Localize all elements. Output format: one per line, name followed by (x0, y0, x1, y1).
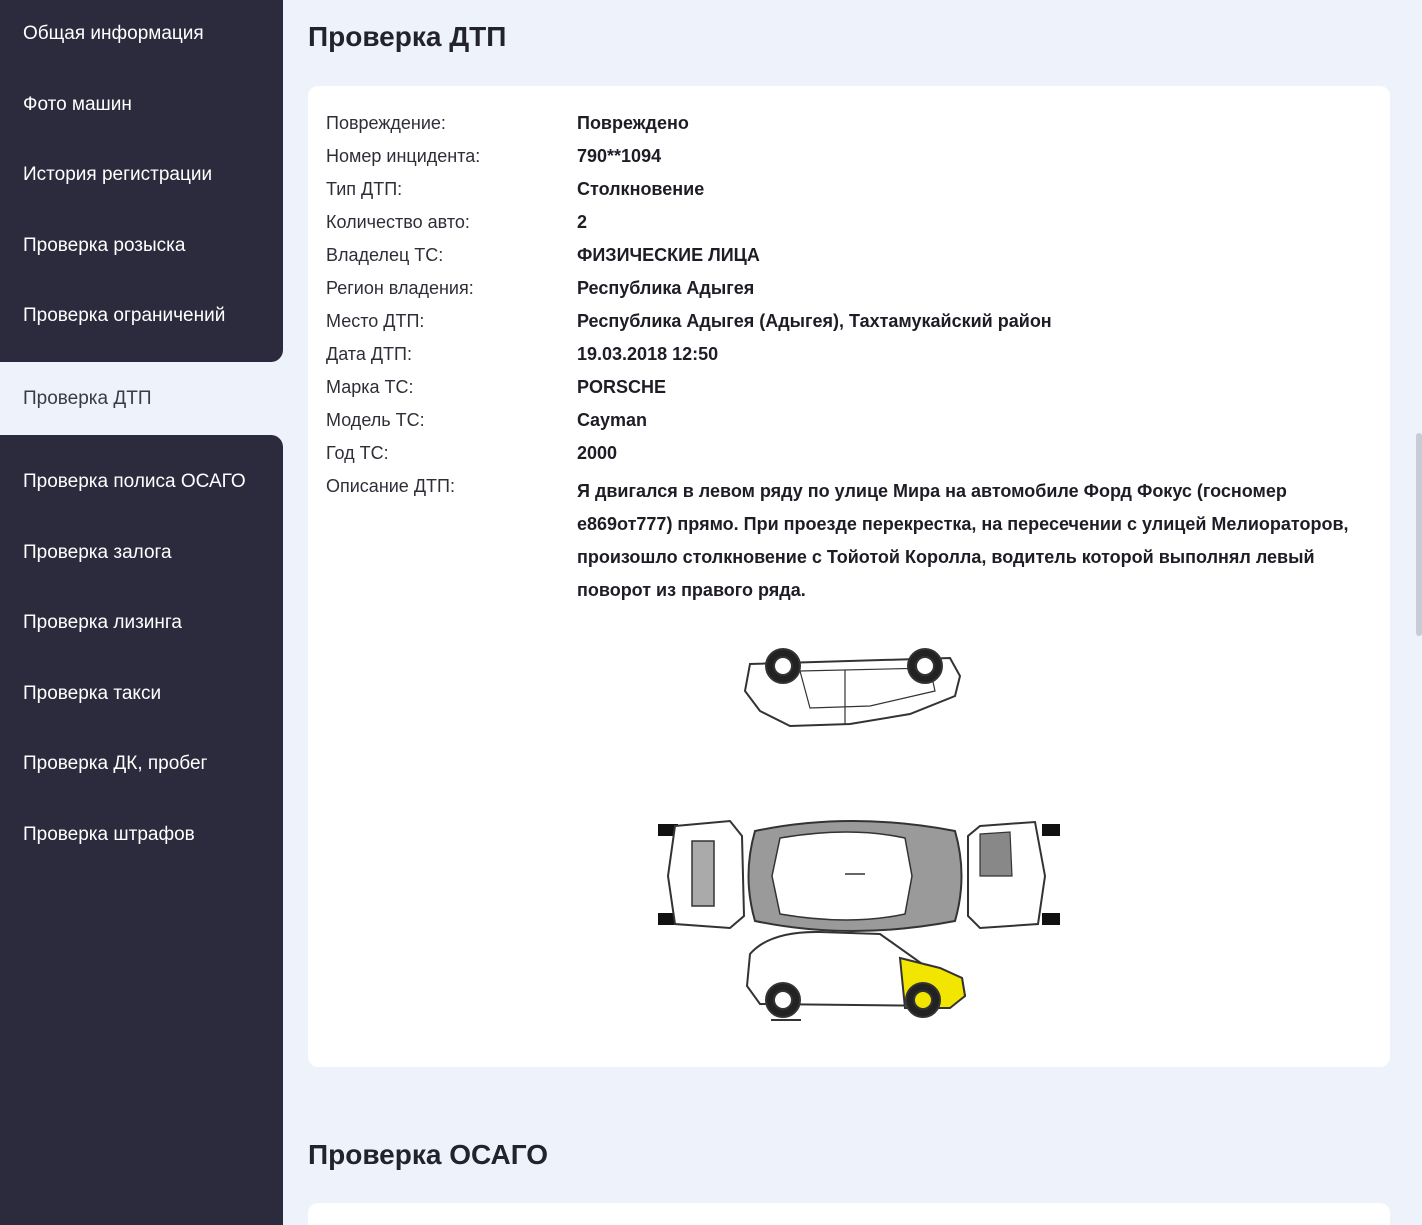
accident-card: Повреждение: Повреждено Номер инцидента: 79… (308, 86, 1390, 1067)
car-rear-view (658, 819, 746, 930)
field-label: Владелец ТС: (326, 245, 444, 265)
car-damage-diagram-icon (658, 648, 1060, 1021)
field-value: 2000 (577, 443, 618, 463)
description-line: произошло столкновение с Тойотой Королла… (577, 547, 1315, 567)
field-value: Столкновение (577, 179, 705, 199)
field-value: 19.03.2018 12:50 (577, 344, 719, 364)
sidebar-item-accident-check[interactable]: Проверка ДТП (23, 389, 152, 408)
sidebar-item-registration-history[interactable]: История регистрации (23, 165, 212, 184)
field-value: Республика Адыгея (Адыгея), Тахтамукайск… (577, 311, 1052, 331)
osago-card (308, 1203, 1390, 1225)
sidebar-item-dk-mileage-check[interactable]: Проверка ДК, пробег (23, 754, 207, 773)
description-line: поворот из правого ряда. (577, 580, 806, 600)
accident-section-title: Проверка ДТП (308, 21, 507, 52)
sidebar-item-restrictions-check[interactable]: Проверка ограничений (23, 306, 225, 325)
car-side-view-bottom (745, 930, 967, 1018)
field-label: Место ДТП: (326, 311, 425, 331)
car-side-view-top (743, 648, 962, 728)
car-front-view (967, 820, 1060, 930)
sidebar-item-pledge-check[interactable]: Проверка залога (23, 543, 172, 562)
field-value: 790**1094 (577, 146, 662, 166)
field-value: PORSCHE (577, 377, 667, 397)
field-value: 2 (577, 212, 588, 232)
car-underbody-view (771, 1019, 801, 1021)
description-value: Я двигался в левом ряду по улице Мира на… (577, 475, 1377, 607)
field-label: Год ТС: (326, 443, 389, 463)
description-label: Описание ДТП: (326, 476, 455, 496)
field-label: Дата ДТП: (326, 344, 412, 364)
sidebar-item-car-photos[interactable]: Фото машин (23, 95, 132, 114)
field-label: Номер инцидента: (326, 146, 481, 166)
sidebar-item-taxi-check[interactable]: Проверка такси (23, 684, 161, 703)
field-value: Республика Адыгея (577, 278, 755, 298)
sidebar-item-general-info[interactable]: Общая информация (23, 24, 204, 43)
sidebar-item-leasing-check[interactable]: Проверка лизинга (23, 613, 182, 632)
description-line: е869от777) прямо. При проезде перекрестк… (577, 514, 1349, 534)
field-label: Количество авто: (326, 212, 470, 232)
field-value: Повреждено (577, 113, 689, 133)
field-label: Регион владения: (326, 278, 474, 298)
field-label: Тип ДТП: (326, 179, 403, 199)
osago-section-title: Проверка ОСАГО (308, 1139, 549, 1170)
car-top-view (747, 820, 963, 932)
field-label: Повреждение: (326, 113, 446, 133)
sidebar-item-osago-policy-check[interactable]: Проверка полиса ОСАГО (23, 472, 246, 491)
sidebar-item-wanted-check[interactable]: Проверка розыска (23, 236, 185, 255)
field-value: Cayman (577, 410, 648, 430)
field-value: ФИЗИЧЕСКИЕ ЛИЦА (577, 245, 760, 265)
field-label: Марка ТС: (326, 377, 414, 397)
scrollbar-thumb[interactable] (1416, 433, 1422, 636)
description-line: Я двигался в левом ряду по улице Мира на… (577, 481, 1287, 501)
sidebar-item-fines-check[interactable]: Проверка штрафов (23, 825, 195, 844)
field-label: Модель ТС: (326, 410, 425, 430)
